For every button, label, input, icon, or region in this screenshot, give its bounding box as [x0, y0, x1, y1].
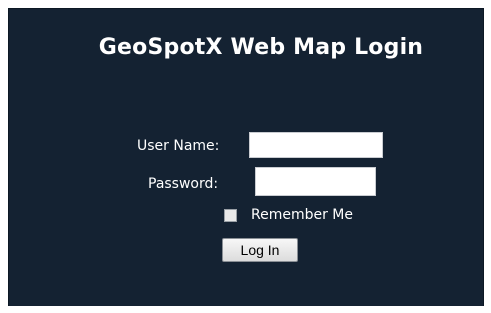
- remember-me-checkbox[interactable]: [224, 209, 237, 222]
- remember-me-label[interactable]: Remember Me: [251, 207, 353, 223]
- page-title: GeoSpotX Web Map Login: [98, 35, 424, 60]
- login-panel: GeoSpotX Web Map Login User Name: Passwo…: [8, 8, 484, 306]
- password-label: Password:: [148, 176, 219, 192]
- log-in-button[interactable]: Log In: [222, 238, 298, 262]
- username-input[interactable]: [249, 132, 383, 158]
- password-input[interactable]: [255, 167, 376, 196]
- username-label: User Name:: [137, 138, 220, 154]
